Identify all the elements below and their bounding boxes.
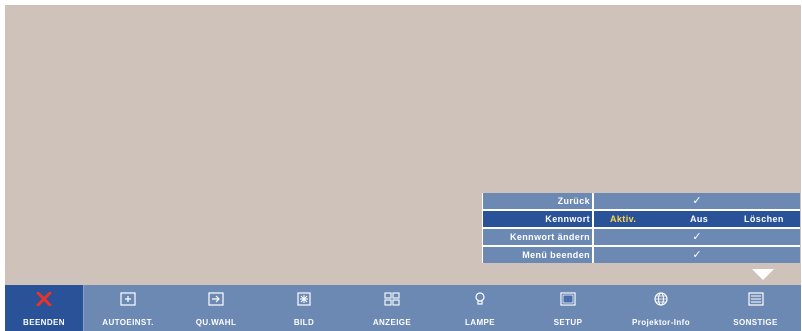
submenu-label: Menü beenden <box>483 247 592 263</box>
setup-icon <box>560 292 576 306</box>
tab-anzeige[interactable]: ANZEIGE <box>348 285 436 331</box>
tab-beenden[interactable]: BEENDEN <box>5 285 83 331</box>
submenu-row-back[interactable]: Zurück ✓ <box>482 193 800 209</box>
submenu-pointer-arrow <box>752 269 774 280</box>
globe-icon <box>654 292 668 306</box>
lamp-icon <box>475 292 485 305</box>
others-icon <box>747 292 764 306</box>
close-icon <box>36 292 52 306</box>
submenu-panel: Zurück ✓ Kennwort Aktiv. Aus Löschen Ken… <box>482 193 800 263</box>
tab-label: AUTOEINST. <box>102 318 154 327</box>
tab-label: SONSTIGE <box>733 318 778 327</box>
submenu-row-change-password[interactable]: Kennwort ändern ✓ <box>482 229 800 245</box>
tab-projektor-info[interactable]: Projektor-Info <box>612 285 710 331</box>
picture-icon <box>297 292 311 306</box>
submenu-label: Kennwort ändern <box>483 229 592 245</box>
input-source-icon <box>208 292 224 306</box>
display-icon <box>384 292 400 306</box>
tab-label: Projektor-Info <box>631 318 691 327</box>
tab-label: BEENDEN <box>23 318 65 327</box>
auto-adjust-icon <box>120 292 136 306</box>
tab-quwahl[interactable]: QU.WAHL <box>172 285 260 331</box>
tab-autoeinst[interactable]: AUTOEINST. <box>84 285 172 331</box>
tab-label: LAMPE <box>465 318 495 327</box>
tab-sonstige[interactable]: SONSTIGE <box>710 285 801 331</box>
tab-label: SETUP <box>553 318 583 327</box>
projection-background <box>5 5 801 330</box>
password-options: Aktiv. Aus Löschen <box>594 211 800 227</box>
check-icon: ✓ <box>594 247 800 263</box>
check-icon: ✓ <box>594 193 800 209</box>
submenu-label: Kennwort <box>483 211 592 227</box>
tab-bild[interactable]: BILD <box>260 285 348 331</box>
tab-setup[interactable]: SETUP <box>524 285 612 331</box>
option-off[interactable]: Aus <box>690 211 708 227</box>
tab-lampe[interactable]: LAMPE <box>436 285 524 331</box>
tab-label: QU.WAHL <box>195 318 237 327</box>
submenu-row-password[interactable]: Kennwort Aktiv. Aus Löschen <box>482 211 800 227</box>
submenu-row-exit-menu[interactable]: Menü beenden ✓ <box>482 247 800 263</box>
submenu-label: Zurück <box>483 193 592 209</box>
tab-label: ANZEIGE <box>372 318 412 327</box>
option-delete[interactable]: Löschen <box>744 211 784 227</box>
osd-menu-bar: BEENDEN AUTOEINST. QU.WAHL BILD ANZEIGE … <box>5 285 801 331</box>
check-icon: ✓ <box>594 229 800 245</box>
tab-label: BILD <box>293 318 315 327</box>
option-active[interactable]: Aktiv. <box>610 211 636 227</box>
